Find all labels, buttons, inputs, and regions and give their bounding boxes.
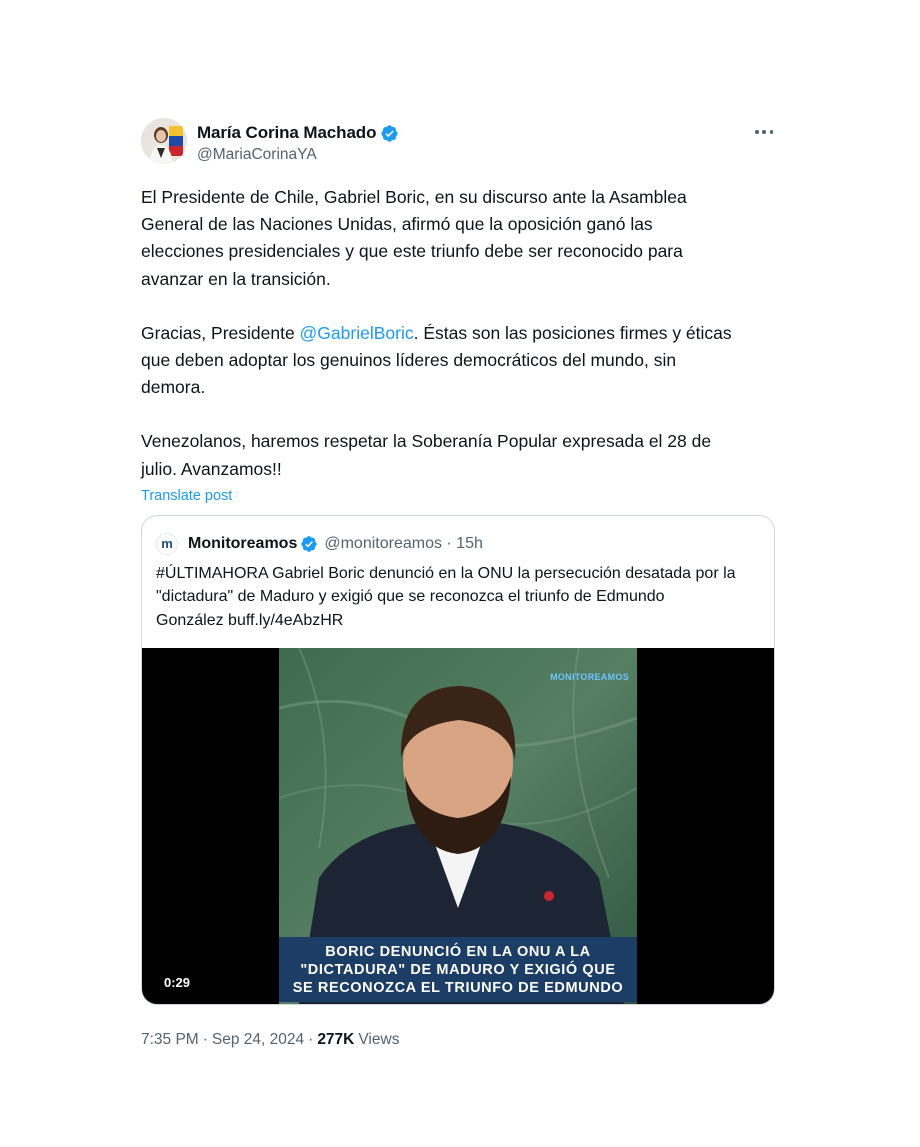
author-display-name[interactable]: María Corina Machado <box>197 123 376 143</box>
quoted-author-handle-time[interactable]: @monitoreamos · 15h <box>324 535 483 553</box>
text-line: demora. <box>141 377 206 398</box>
text-line: elecciones presidenciales y que este tri… <box>141 241 683 262</box>
tweet-paragraph-1: El Presidente de Chile, Gabriel Boric, e… <box>141 184 775 293</box>
tweet-paragraph-3: Venezolanos, haremos respetar la Soberan… <box>141 428 775 482</box>
text-line: El Presidente de Chile, Gabriel Boric, e… <box>141 187 687 207</box>
meta-separator: · <box>308 1031 314 1049</box>
text-line: #ÚLTIMAHORA Gabriel Boric denunció en la… <box>156 564 736 582</box>
tweet-meta: 7:35 PM · Sep 24, 2024 · 277K Views <box>141 1031 775 1049</box>
video-frame: MONITOREAMOS BORIC DENUNCIÓ EN LA ONU A … <box>279 648 637 1005</box>
video-duration: 0:29 <box>164 975 191 991</box>
tweet-text: El Presidente de Chile, Gabriel Boric, e… <box>141 184 775 483</box>
author-handle[interactable]: @MariaCorinaYA <box>197 146 399 164</box>
video-caption-banner: BORIC DENUNCIÓ EN LA ONU A LA "DICTADURA… <box>279 937 637 1003</box>
text-line: "dictadura" de Maduro y exigió que se re… <box>156 588 665 606</box>
caption-line: SE RECONOZCA EL TRIUNFO DE EDMUNDO <box>292 979 624 996</box>
text-line: avanzar en la transición. <box>141 268 331 289</box>
author-names: María Corina Machado @MariaCorinaYA <box>197 122 399 164</box>
text-line: González buff.ly/4eAbzHR <box>156 611 344 629</box>
text-segment: . Éstas son las posiciones firmes y étic… <box>413 322 732 343</box>
tweet-time[interactable]: 7:35 PM <box>141 1031 199 1049</box>
tweet-paragraph-2: Gracias, Presidente @GabrielBoric. Éstas… <box>141 320 775 402</box>
text-line: que deben adoptar los genuinos líderes d… <box>141 350 677 371</box>
verified-badge-icon <box>381 124 398 142</box>
text-line: General de las Naciones Unidas, afirmó q… <box>141 214 653 235</box>
video-player[interactable]: MONITOREAMOS BORIC DENUNCIÓ EN LA ONU A … <box>142 648 774 1005</box>
author-avatar[interactable] <box>141 118 187 164</box>
avatar-photo-icon <box>141 118 187 164</box>
meta-separator: · <box>202 1031 208 1049</box>
quoted-tweet-text: #ÚLTIMAHORA Gabriel Boric denunció en la… <box>142 556 774 633</box>
translate-post-link[interactable]: Translate post <box>141 488 775 504</box>
text-line: julio. Avanzamos!! <box>141 458 282 479</box>
quoted-author-avatar[interactable]: m <box>156 532 178 555</box>
text-line: Gracias, Presidente @GabrielBoric. Éstas… <box>141 320 775 347</box>
quoted-tweet-header: m Monitoreamos @monitoreamos · 15h <box>142 516 774 556</box>
tweet-date[interactable]: Sep 24, 2024 <box>212 1031 304 1049</box>
more-options-icon[interactable] <box>753 124 775 140</box>
views-count[interactable]: 277K <box>317 1031 354 1049</box>
video-watermark: MONITOREAMOS <box>550 672 629 683</box>
quoted-tweet[interactable]: m Monitoreamos @monitoreamos · 15h #ÚLTI… <box>141 514 775 1006</box>
caption-line: "DICTADURA" DE MADURO Y EXIGIÓ QUE <box>300 961 616 978</box>
views-label: Views <box>358 1031 400 1049</box>
text-segment: Gracias, Presidente <box>141 322 300 343</box>
quoted-author-name[interactable]: Monitoreamos <box>188 535 297 553</box>
caption-line: BORIC DENUNCIÓ EN LA ONU A LA <box>325 943 591 960</box>
tweet-header: María Corina Machado @MariaCorinaYA <box>141 118 775 166</box>
mention-link[interactable]: @GabrielBoric <box>300 323 414 343</box>
verified-badge-icon <box>301 535 318 552</box>
text-line: Venezolanos, haremos respetar la Soberan… <box>141 431 712 452</box>
tweet-card: María Corina Machado @MariaCorinaYA El P… <box>141 118 775 1049</box>
